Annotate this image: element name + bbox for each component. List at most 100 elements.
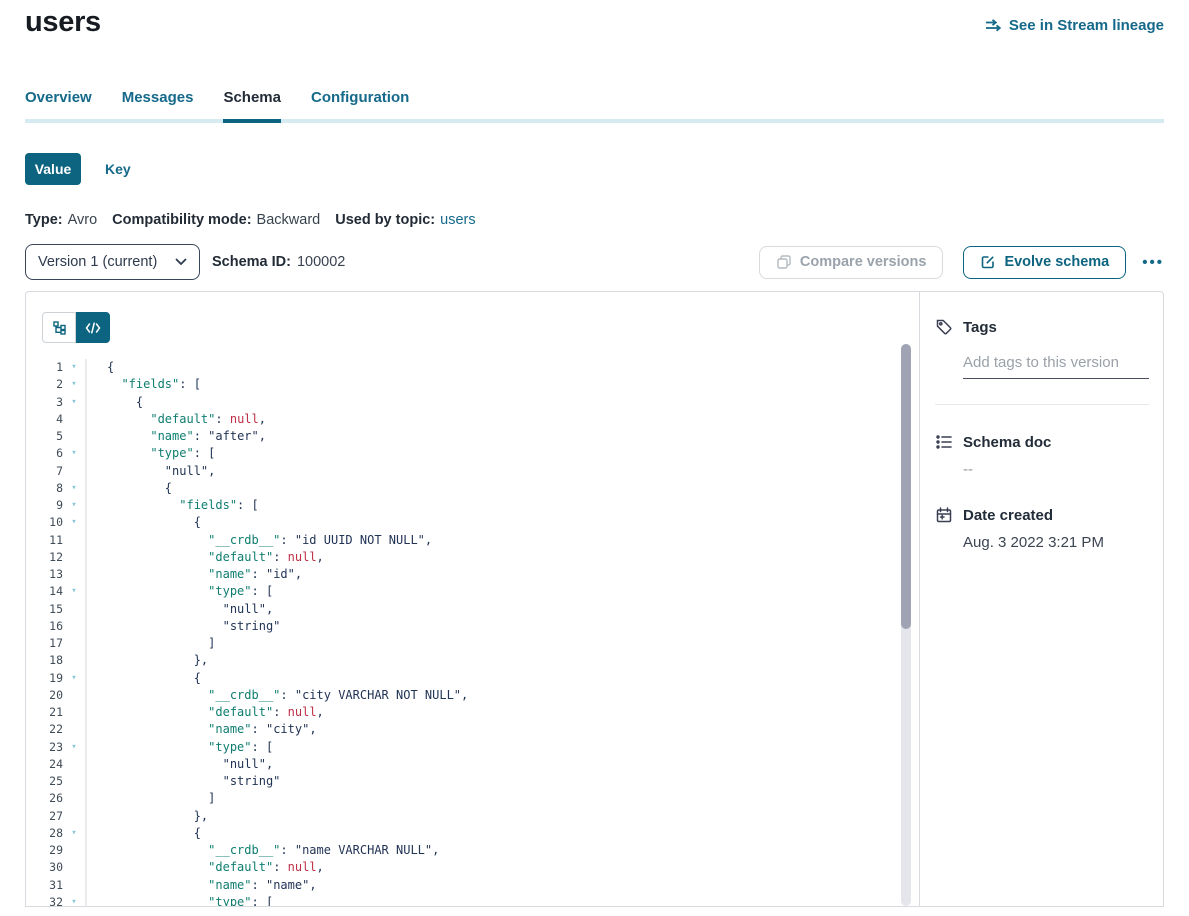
edit-icon <box>980 254 996 270</box>
topic-link[interactable]: users <box>440 212 475 228</box>
tree-view-button[interactable] <box>42 312 76 343</box>
evolve-schema-label: Evolve schema <box>1004 254 1109 270</box>
code-text: { <box>85 514 201 531</box>
fold-toggle-icon[interactable]: ▾ <box>63 583 85 600</box>
fold-toggle-icon[interactable]: ▾ <box>63 514 85 531</box>
code-line: 20 "__crdb__": "city VARCHAR NOT NULL", <box>26 687 919 704</box>
fold-toggle-icon[interactable]: ▾ <box>63 825 85 842</box>
fold-toggle-icon[interactable]: ▾ <box>63 359 85 376</box>
fold-toggle-icon[interactable]: ▾ <box>63 670 85 687</box>
version-select[interactable]: Version 1 (current) <box>25 244 200 280</box>
line-number: 30 <box>26 859 63 876</box>
line-number: 18 <box>26 652 63 669</box>
line-number: 6 <box>26 445 63 462</box>
code-line: 23▾ "type": [ <box>26 739 919 756</box>
fold-toggle-icon <box>63 463 85 480</box>
more-options-button[interactable]: ••• <box>1142 254 1164 271</box>
tag-icon <box>935 318 953 336</box>
code-text: "null", <box>85 756 273 773</box>
code-line: 3▾ { <box>26 394 919 411</box>
fold-toggle-icon[interactable]: ▾ <box>63 445 85 462</box>
schema-id-value: 100002 <box>297 254 345 270</box>
line-number: 20 <box>26 687 63 704</box>
tab-schema[interactable]: Schema <box>223 89 281 123</box>
value-key-toggle: Value Key <box>25 153 1164 185</box>
tab-overview[interactable]: Overview <box>25 89 92 119</box>
code-text: { <box>85 480 172 497</box>
line-number: 16 <box>26 618 63 635</box>
tree-view-icon <box>52 320 67 335</box>
topic-label: Used by topic: <box>335 212 435 228</box>
code-line: 13 "name": "id", <box>26 566 919 583</box>
fold-toggle-icon <box>63 566 85 583</box>
fold-toggle-icon <box>63 532 85 549</box>
code-text: }, <box>85 652 208 669</box>
key-toggle-button[interactable]: Key <box>105 161 131 177</box>
value-toggle-button[interactable]: Value <box>25 153 81 185</box>
line-number: 26 <box>26 790 63 807</box>
code-line: 25 "string" <box>26 773 919 790</box>
line-number: 4 <box>26 411 63 428</box>
code-text: "string" <box>85 773 280 790</box>
code-text: "name": "id", <box>85 566 302 583</box>
line-number: 5 <box>26 428 63 445</box>
fold-toggle-icon[interactable]: ▾ <box>63 739 85 756</box>
code-view-button[interactable] <box>76 312 110 343</box>
line-number: 14 <box>26 583 63 600</box>
code-line: 17 ] <box>26 635 919 652</box>
tags-input[interactable] <box>963 354 1149 379</box>
fold-toggle-icon[interactable]: ▾ <box>63 394 85 411</box>
line-number: 7 <box>26 463 63 480</box>
line-number: 23 <box>26 739 63 756</box>
fold-toggle-icon[interactable]: ▾ <box>63 894 85 907</box>
schema-meta-row: Type: Avro Compatibility mode: Backward … <box>25 212 1164 228</box>
tab-bar: Overview Messages Schema Configuration <box>25 89 1164 123</box>
date-created-title: Date created <box>963 507 1053 524</box>
tags-title: Tags <box>963 319 997 336</box>
fold-toggle-icon[interactable]: ▾ <box>63 376 85 393</box>
code-scrollbar-track[interactable] <box>901 344 911 906</box>
code-line: 24 "null", <box>26 756 919 773</box>
schema-actions: Compare versions Evolve schema ••• <box>759 246 1164 279</box>
code-text: ] <box>85 790 215 807</box>
fold-toggle-icon <box>63 704 85 721</box>
code-line: 29 "__crdb__": "name VARCHAR NULL", <box>26 842 919 859</box>
code-line: 15 "null", <box>26 601 919 618</box>
schema-doc-value: -- <box>963 461 1149 478</box>
code-text: "fields": [ <box>85 376 201 393</box>
fold-toggle-icon[interactable]: ▾ <box>63 480 85 497</box>
code-text: ] <box>85 635 215 652</box>
code-view-icon <box>85 322 101 334</box>
compatibility-value: Backward <box>257 212 321 228</box>
fold-toggle-icon <box>63 411 85 428</box>
tab-messages[interactable]: Messages <box>122 89 194 119</box>
schema-code-editor[interactable]: 1▾{2▾ "fields": [3▾ {4 "default": null,5… <box>26 359 919 907</box>
fold-toggle-icon[interactable]: ▾ <box>63 497 85 514</box>
line-number: 15 <box>26 601 63 618</box>
evolve-schema-button[interactable]: Evolve schema <box>963 246 1126 279</box>
line-number: 31 <box>26 877 63 894</box>
code-text: "name": "after", <box>85 428 266 445</box>
schema-detail-panel: 1▾{2▾ "fields": [3▾ {4 "default": null,5… <box>25 291 1164 907</box>
code-line: 18 }, <box>26 652 919 669</box>
code-scrollbar-thumb[interactable] <box>901 344 911 629</box>
compare-versions-button[interactable]: Compare versions <box>759 246 944 279</box>
stream-lineage-icon <box>984 16 1002 34</box>
code-text: "null", <box>85 601 273 618</box>
see-in-stream-lineage-link[interactable]: See in Stream lineage <box>984 16 1164 34</box>
line-number: 29 <box>26 842 63 859</box>
code-line: 28▾ { <box>26 825 919 842</box>
code-text: "__crdb__": "name VARCHAR NULL", <box>85 842 439 859</box>
line-number: 12 <box>26 549 63 566</box>
type-label: Type: <box>25 212 63 228</box>
code-line: 14▾ "type": [ <box>26 583 919 600</box>
code-line: 21 "default": null, <box>26 704 919 721</box>
code-line: 11 "__crdb__": "id UUID NOT NULL", <box>26 532 919 549</box>
code-text: "name": "name", <box>85 877 317 894</box>
tab-configuration[interactable]: Configuration <box>311 89 409 119</box>
line-number: 17 <box>26 635 63 652</box>
fold-toggle-icon <box>63 618 85 635</box>
code-line: 5 "name": "after", <box>26 428 919 445</box>
lineage-link-label: See in Stream lineage <box>1009 17 1164 34</box>
code-text: "type": [ <box>85 583 273 600</box>
